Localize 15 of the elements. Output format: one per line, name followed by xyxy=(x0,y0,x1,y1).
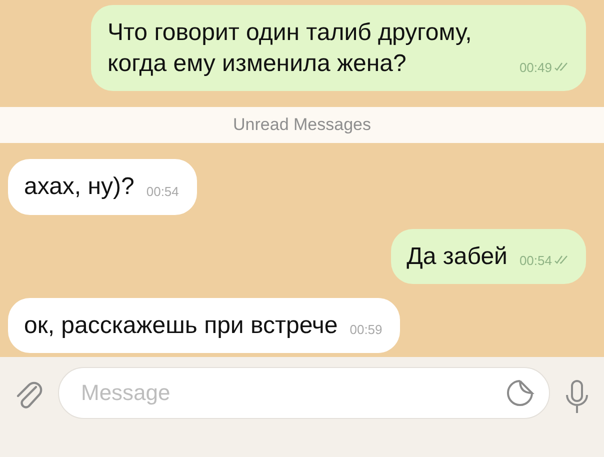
message-text: Что говорит один талиб другому, когда ему изменила жена? xyxy=(107,18,473,80)
message-time: 00:49 xyxy=(519,60,552,78)
double-check-icon xyxy=(554,254,568,265)
message-input-field[interactable]: Message xyxy=(79,379,505,407)
message-text: ахах, ну)? xyxy=(24,172,134,202)
message-text: ок, расскажешь при встрече xyxy=(24,310,338,341)
message-time: 00:59 xyxy=(350,322,382,339)
double-check-icon xyxy=(554,62,568,72)
message-time: 00:54 xyxy=(519,252,552,270)
microphone-icon[interactable] xyxy=(564,379,590,415)
paperclip-icon[interactable] xyxy=(14,379,44,411)
message-field[interactable]: Message xyxy=(58,367,550,419)
message-time: 00:54 xyxy=(146,184,179,201)
sticker-icon[interactable] xyxy=(505,378,535,408)
message-text: Да забей xyxy=(406,242,508,272)
